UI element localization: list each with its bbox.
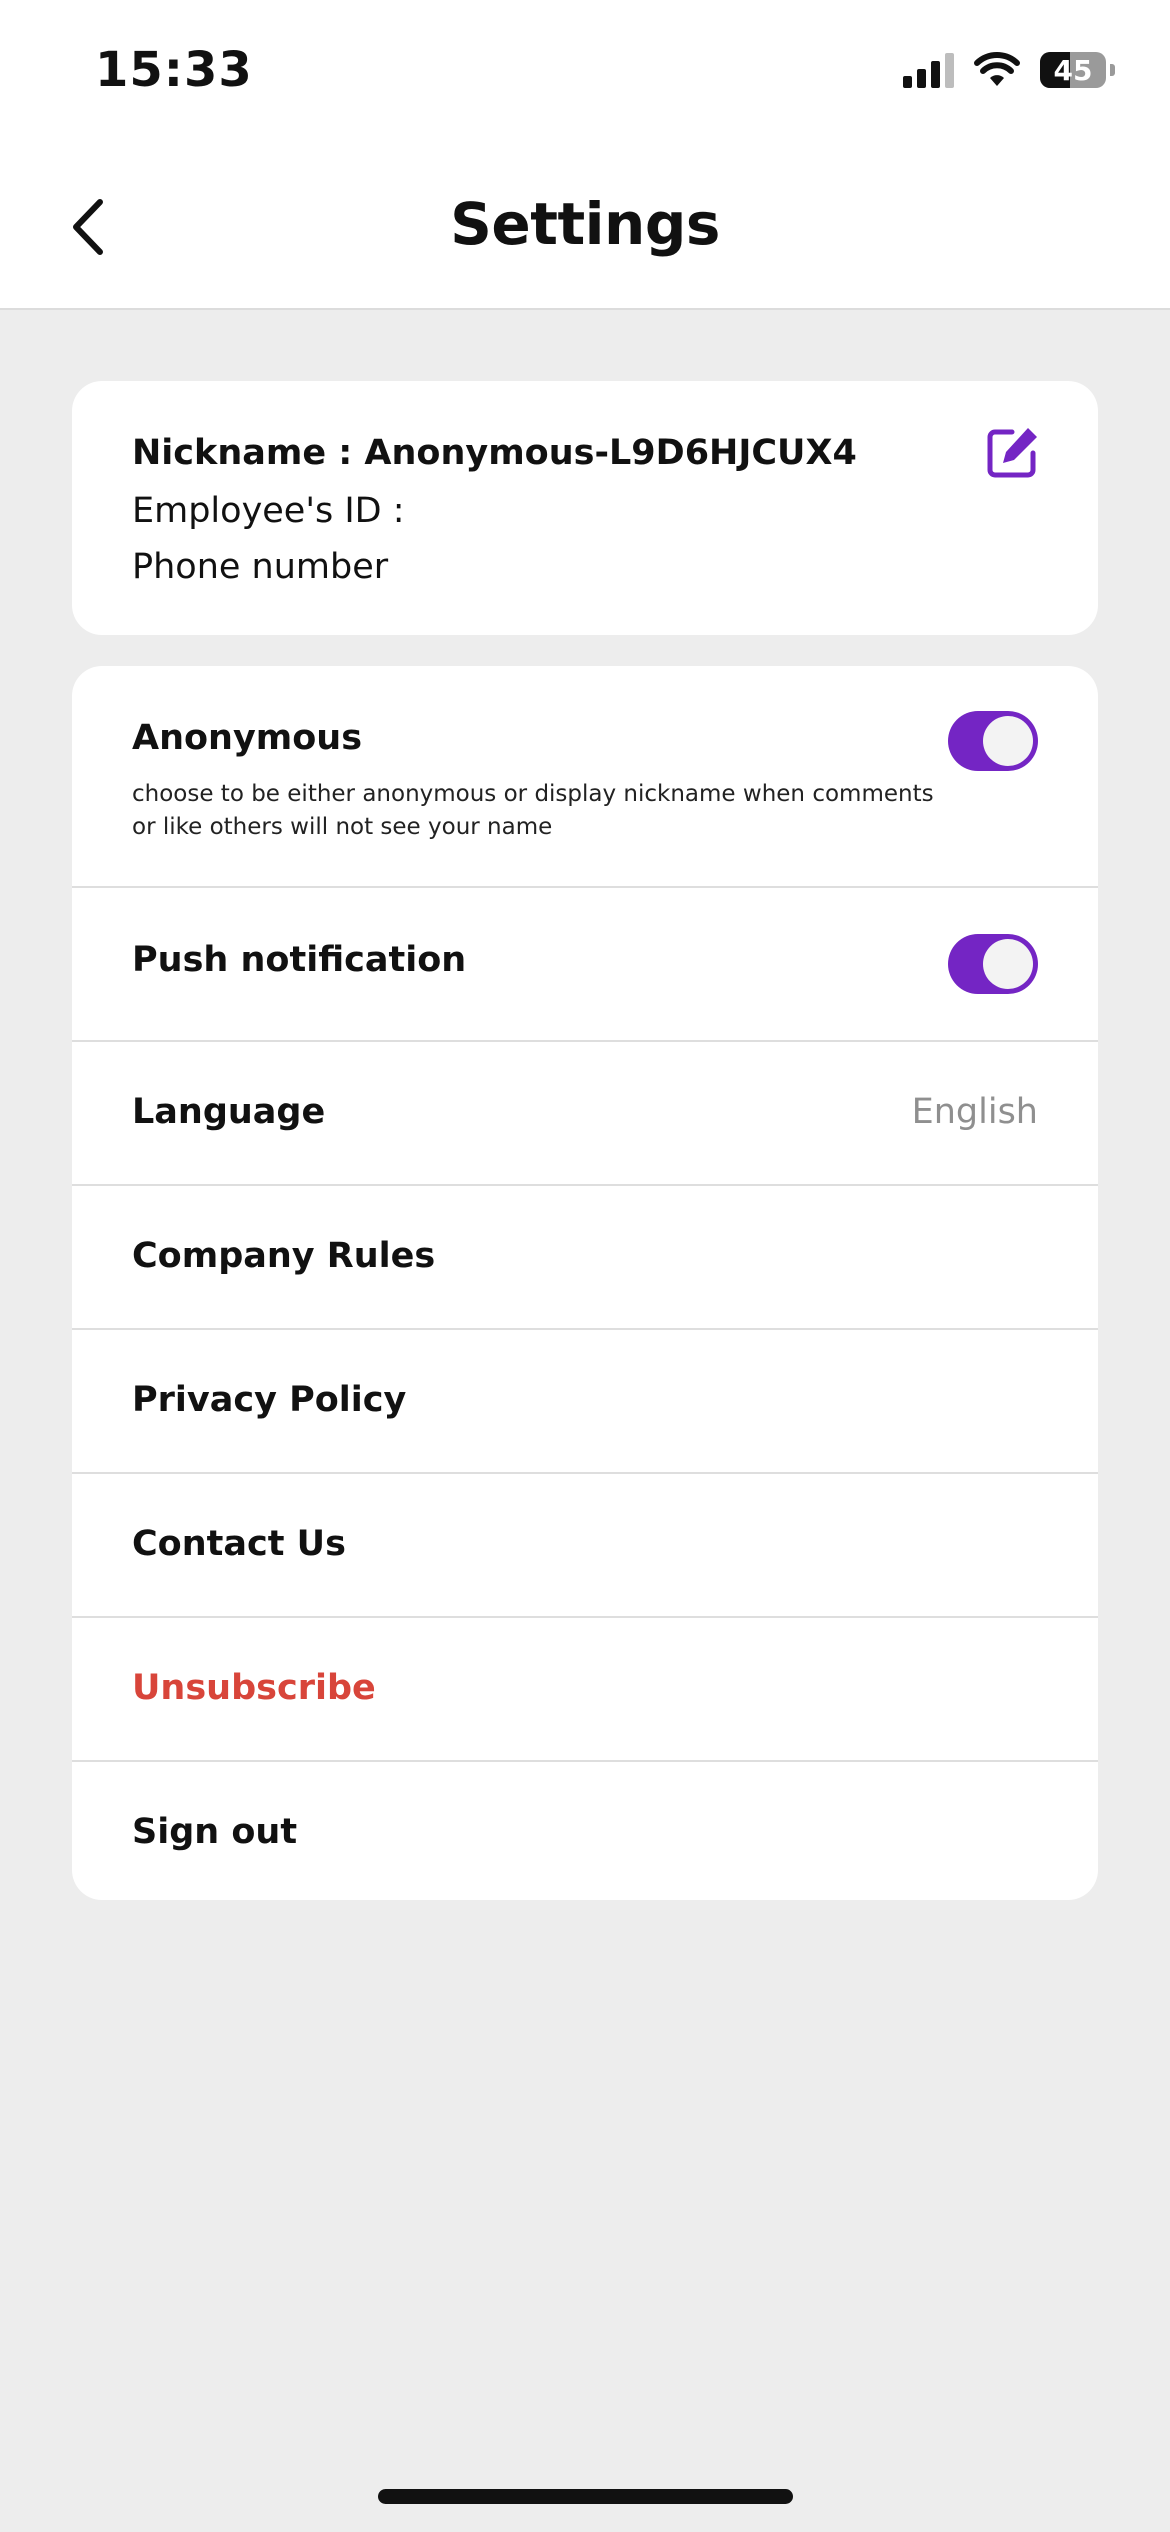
status-bar: 15:33 45 [0, 0, 1170, 150]
battery-cap [1110, 64, 1115, 76]
status-icons: 45 [903, 52, 1115, 88]
phone-number-text: Phone number [132, 547, 389, 587]
setting-row-sign-out[interactable]: Sign out [72, 1762, 1098, 1900]
edit-profile-button[interactable] [984, 423, 1042, 481]
language-value: English [911, 1092, 1038, 1132]
sign-out-label: Sign out [132, 1812, 298, 1852]
toggle-knob [983, 939, 1033, 989]
employee-id-text: Employee's ID : [132, 491, 405, 531]
contact-us-label: Contact Us [132, 1524, 346, 1564]
wifi-icon [974, 52, 1020, 86]
anonymous-toggle[interactable] [948, 711, 1038, 771]
setting-row-contact-us[interactable]: Contact Us [72, 1474, 1098, 1618]
setting-row-push-notification[interactable]: Push notification [72, 888, 1098, 1042]
toggle-knob [983, 716, 1033, 766]
unsubscribe-label: Unsubscribe [132, 1668, 376, 1708]
company-rules-label: Company Rules [132, 1236, 436, 1276]
setting-row-privacy-policy[interactable]: Privacy Policy [72, 1330, 1098, 1474]
status-time: 15:33 [95, 42, 253, 98]
setting-row-anonymous: Anonymous choose to be either anonymous … [72, 666, 1098, 888]
battery-icon: 45 [1040, 52, 1106, 88]
setting-row-company-rules[interactable]: Company Rules [72, 1186, 1098, 1330]
profile-card: Nickname : Anonymous-L9D6HJCUX4 Employee… [72, 381, 1098, 635]
anonymous-label: Anonymous [132, 718, 363, 758]
setting-row-language[interactable]: Language English [72, 1042, 1098, 1186]
privacy-policy-label: Privacy Policy [132, 1380, 407, 1420]
language-label: Language [132, 1092, 326, 1132]
page-title: Settings [450, 190, 720, 258]
setting-row-unsubscribe[interactable]: Unsubscribe [72, 1618, 1098, 1762]
push-notification-toggle[interactable] [948, 934, 1038, 994]
home-indicator [378, 2489, 793, 2504]
settings-list: Anonymous choose to be either anonymous … [72, 666, 1098, 1900]
navigation-bar: Settings [0, 150, 1170, 310]
anonymous-description: choose to be either anonymous or display… [132, 781, 934, 840]
edit-icon [987, 428, 1037, 478]
battery-level: 45 [1053, 53, 1093, 87]
nickname-text: Nickname : Anonymous-L9D6HJCUX4 [132, 433, 857, 473]
signal-icon [903, 52, 954, 88]
push-notification-label: Push notification [132, 940, 467, 980]
